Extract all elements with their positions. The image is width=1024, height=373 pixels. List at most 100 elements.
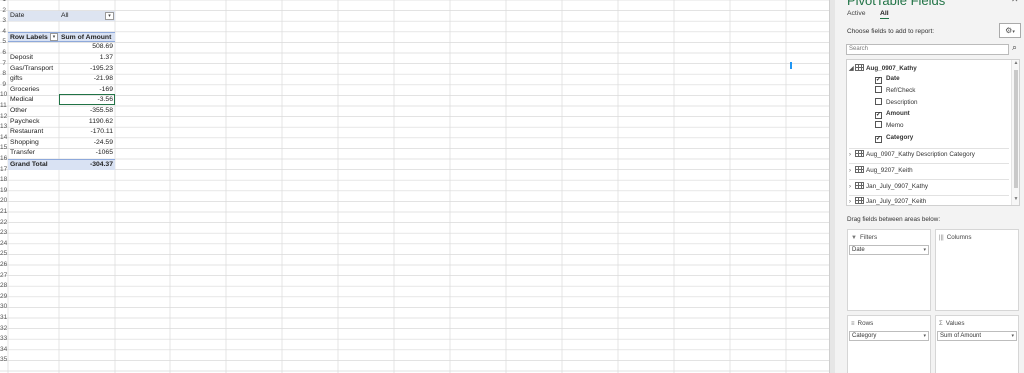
row-number[interactable]: 20 xyxy=(0,196,7,207)
values-area[interactable]: Σ Values Sum of Amount ▾ xyxy=(935,315,1019,373)
row-number[interactable]: 13 xyxy=(0,122,7,133)
row-number[interactable]: 17 xyxy=(0,165,7,176)
pivot-row-label[interactable]: Deposit xyxy=(8,53,59,64)
columns-area[interactable]: ||| Columns xyxy=(935,229,1019,311)
table-node[interactable]: › Jan_July_9207_Keith xyxy=(849,197,926,205)
pivot-row-label[interactable]: Transfer xyxy=(8,148,59,159)
pivot-row-label[interactable]: Groceries xyxy=(8,85,59,96)
row-number[interactable]: 32 xyxy=(0,324,7,335)
pivot-row-label[interactable]: Shopping xyxy=(8,138,59,149)
pivot-row-value[interactable]: 1.37 xyxy=(59,53,115,64)
filters-area[interactable]: ▼ Filters Date ▾ xyxy=(847,229,931,311)
field-item[interactable]: ✓ Amount xyxy=(875,109,910,120)
scroll-up-icon[interactable]: ▲ xyxy=(1012,60,1019,66)
pivot-row-value[interactable]: -170.11 xyxy=(59,127,115,138)
rows-area[interactable]: ≡ Rows Category ▾ xyxy=(847,315,931,373)
field-item[interactable]: Ref/Check xyxy=(875,85,915,96)
row-number[interactable]: 9 xyxy=(0,80,7,91)
tools-gear-button[interactable]: ⚙▾ xyxy=(999,23,1021,38)
row-number[interactable]: 23 xyxy=(0,228,7,239)
selected-cell[interactable] xyxy=(59,94,115,105)
field-checkbox[interactable]: ✓ xyxy=(875,77,882,84)
field-list-scrollbar[interactable]: ▲ ▼ xyxy=(1011,60,1019,205)
pivot-row-value[interactable]: -21.98 xyxy=(59,74,115,85)
pivot-row-label[interactable]: Restaurant xyxy=(8,127,59,138)
pivot-row-value[interactable]: -195.23 xyxy=(59,64,115,75)
table-icon xyxy=(855,197,864,204)
row-number[interactable]: 5 xyxy=(0,37,7,48)
chevron-down-icon[interactable]: ▾ xyxy=(923,332,926,340)
row-number[interactable]: 16 xyxy=(0,154,7,165)
pivot-row-label[interactable]: Paycheck xyxy=(8,117,59,128)
row-number[interactable]: 25 xyxy=(0,249,7,260)
pivot-row-label[interactable]: Gas/Transport xyxy=(8,64,59,75)
tab-active[interactable]: Active xyxy=(847,10,866,17)
field-item[interactable]: Memo xyxy=(875,121,904,131)
field-item[interactable]: ✓ Category xyxy=(875,133,913,143)
chevron-down-icon[interactable]: ▾ xyxy=(1011,332,1014,340)
field-checkbox[interactable]: ✓ xyxy=(875,112,882,120)
pivot-row-label[interactable] xyxy=(8,42,59,53)
table-node[interactable]: › Jan_July_0907_Kathy xyxy=(849,182,928,192)
search-icon[interactable]: ⌕ xyxy=(1012,42,1017,53)
chevron-down-icon[interactable]: ▾ xyxy=(923,246,926,254)
row-number[interactable]: 33 xyxy=(0,334,7,345)
scrollbar-thumb[interactable] xyxy=(1014,70,1018,188)
row-number[interactable]: 30 xyxy=(0,302,7,313)
row-number[interactable]: 19 xyxy=(0,186,7,197)
pivot-row-value[interactable]: -355.58 xyxy=(59,106,115,117)
pivot-row-label[interactable]: Medical xyxy=(8,95,59,106)
row-number[interactable]: 14 xyxy=(0,133,7,144)
pivot-row-label[interactable]: Other xyxy=(8,106,59,117)
tab-all[interactable]: All xyxy=(880,10,889,19)
row-number[interactable]: 11 xyxy=(0,101,7,112)
row-number[interactable]: 3 xyxy=(0,16,7,27)
row-number[interactable]: 29 xyxy=(0,292,7,303)
row-number[interactable]: 21 xyxy=(0,207,7,218)
rows-area-item[interactable]: Category ▾ xyxy=(849,331,929,341)
search-input[interactable]: Search xyxy=(846,44,1009,55)
row-number[interactable]: 28 xyxy=(0,281,7,292)
table-node-expanded[interactable]: ◢ Aug_0907_Kathy xyxy=(849,64,917,74)
row-number[interactable]: 8 xyxy=(0,69,7,80)
row-number[interactable]: 15 xyxy=(0,143,7,154)
values-area-item[interactable]: Sum of Amount ▾ xyxy=(937,331,1017,341)
row-number[interactable]: 35 xyxy=(0,355,7,366)
field-checkbox[interactable]: ✓ xyxy=(875,136,882,143)
table-node[interactable]: › Aug_0907_Kathy Description Category xyxy=(849,150,975,160)
row-number[interactable]: 12 xyxy=(0,112,7,123)
row-number[interactable]: 26 xyxy=(0,260,7,271)
row-labels-filter-button[interactable]: ▾ xyxy=(50,33,58,41)
filter-dropdown-button[interactable]: ▾ xyxy=(105,11,114,20)
row-number[interactable]: 4 xyxy=(0,27,7,38)
row-number[interactable]: 31 xyxy=(0,313,7,324)
scroll-down-icon[interactable]: ▼ xyxy=(1012,196,1019,202)
pane-options-icon[interactable]: ✕ xyxy=(1011,0,1019,5)
field-item[interactable]: ✓ Date xyxy=(875,74,900,84)
table-name: Aug_0907_Kathy xyxy=(866,65,917,72)
row-number[interactable]: 34 xyxy=(0,345,7,356)
pivot-row-value[interactable]: -24.59 xyxy=(59,138,115,149)
row-number[interactable]: 10 xyxy=(0,90,7,101)
pivottable-fields-pane: PivotTable Fields ✕ Active All Choose fi… xyxy=(835,0,1024,373)
field-checkbox[interactable] xyxy=(875,97,882,105)
pivot-row-label[interactable]: gifts xyxy=(8,74,59,85)
pivot-row-value[interactable]: 508.69 xyxy=(59,42,115,53)
rows-item-label: Category xyxy=(852,333,877,339)
field-checkbox[interactable] xyxy=(875,121,882,129)
field-name: Amount xyxy=(886,110,910,118)
field-checkbox[interactable] xyxy=(875,85,882,93)
pivot-row-value[interactable]: -1065 xyxy=(59,148,115,159)
row-number[interactable]: 18 xyxy=(0,175,7,186)
field-item[interactable]: Description xyxy=(875,97,918,108)
filters-area-item[interactable]: Date ▾ xyxy=(849,245,929,255)
row-number[interactable]: 24 xyxy=(0,239,7,250)
row-number[interactable]: 2 xyxy=(0,6,7,17)
pivot-row-value[interactable]: 1190.62 xyxy=(59,117,115,128)
row-number[interactable]: 7 xyxy=(0,59,7,70)
row-number[interactable]: 6 xyxy=(0,48,7,59)
worksheet[interactable]: 1234567891011121314151617181920212223242… xyxy=(0,0,829,373)
row-number[interactable]: 22 xyxy=(0,218,7,229)
table-node[interactable]: › Aug_9207_Keith xyxy=(849,166,913,176)
row-number[interactable]: 27 xyxy=(0,271,7,282)
